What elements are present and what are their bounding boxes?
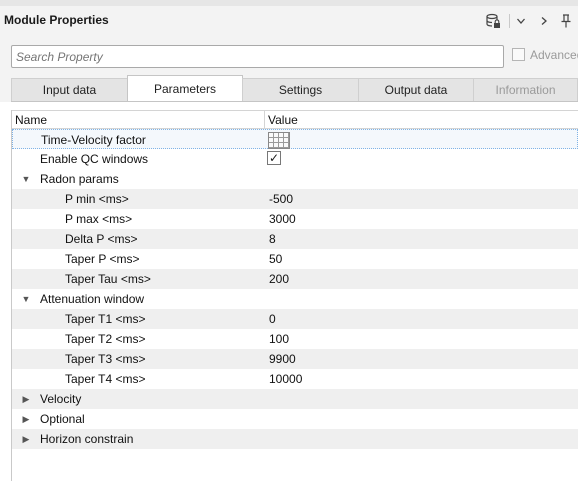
column-header-name[interactable]: Name: [15, 113, 47, 127]
column-divider[interactable]: [264, 111, 265, 129]
grid-header: Name Value: [12, 110, 578, 129]
collapsed-arrow-icon[interactable]: ▶: [21, 394, 31, 404]
property-value[interactable]: 50: [269, 252, 282, 266]
property-row-taper-p[interactable]: Taper P <ms> 50: [12, 249, 578, 269]
advanced-label: Advanced: [530, 48, 578, 62]
property-row-time-velocity-factor[interactable]: Time-Velocity factor: [12, 129, 578, 149]
database-lock-icon[interactable]: [484, 12, 502, 30]
tab-input-data[interactable]: Input data: [11, 78, 128, 101]
expanded-arrow-icon[interactable]: ▼: [21, 294, 31, 304]
group-name: Attenuation window: [40, 292, 145, 306]
property-value[interactable]: -500: [269, 192, 293, 206]
property-name: Enable QC windows: [40, 152, 149, 166]
group-row-attenuation-window[interactable]: ▼ Attenuation window: [12, 289, 578, 309]
property-value[interactable]: 10000: [269, 372, 302, 386]
property-name: P min <ms>: [65, 192, 129, 206]
advanced-checkbox[interactable]: [512, 48, 525, 61]
tab-underline: [11, 101, 578, 102]
property-name: Taper T1 <ms>: [65, 312, 146, 326]
search-property-input[interactable]: [11, 45, 504, 68]
property-row-p-min[interactable]: P min <ms> -500: [12, 189, 578, 209]
property-row-taper-t1[interactable]: Taper T1 <ms> 0: [12, 309, 578, 329]
group-name: Optional: [40, 412, 85, 426]
property-value[interactable]: 200: [269, 272, 289, 286]
column-header-value[interactable]: Value: [268, 113, 298, 127]
property-name: Taper T3 <ms>: [65, 352, 146, 366]
group-name: Horizon constrain: [40, 432, 134, 446]
property-name: Taper Tau <ms>: [65, 272, 151, 286]
expanded-arrow-icon[interactable]: ▼: [21, 174, 31, 184]
chevron-down-icon[interactable]: [512, 12, 530, 30]
group-name: Radon params: [40, 172, 119, 186]
property-row-p-max[interactable]: P max <ms> 3000: [12, 209, 578, 229]
property-value[interactable]: 9900: [269, 352, 296, 366]
group-row-optional[interactable]: ▶ Optional: [12, 409, 578, 429]
group-name: Velocity: [40, 392, 82, 406]
tab-information: Information: [473, 78, 578, 101]
property-grid: Name Value Time-Velocity factor Enable Q…: [11, 110, 578, 481]
property-value[interactable]: 3000: [269, 212, 296, 226]
chevron-right-icon[interactable]: [535, 12, 553, 30]
toolbar-divider: [509, 14, 510, 28]
property-row-taper-t4[interactable]: Taper T4 <ms> 10000: [12, 369, 578, 389]
group-row-horizon-constrain[interactable]: ▶ Horizon constrain: [12, 429, 578, 449]
property-name: Taper P <ms>: [65, 252, 140, 266]
property-row-taper-tau[interactable]: Taper Tau <ms> 200: [12, 269, 578, 289]
property-name: Delta P <ms>: [65, 232, 138, 246]
collapsed-arrow-icon[interactable]: ▶: [21, 434, 31, 444]
group-row-radon-params[interactable]: ▼ Radon params: [12, 169, 578, 189]
property-name: P max <ms>: [65, 212, 133, 226]
tab-parameters[interactable]: Parameters: [127, 75, 243, 102]
property-value[interactable]: 100: [269, 332, 289, 346]
property-row-taper-t2[interactable]: Taper T2 <ms> 100: [12, 329, 578, 349]
tab-output-data[interactable]: Output data: [358, 78, 474, 101]
tab-settings[interactable]: Settings: [242, 78, 359, 101]
property-name: Taper T2 <ms>: [65, 332, 146, 346]
property-name: Taper T4 <ms>: [65, 372, 146, 386]
panel-header: Module Properties: [0, 0, 578, 40]
property-row-taper-t3[interactable]: Taper T3 <ms> 9900: [12, 349, 578, 369]
property-row-enable-qc-windows[interactable]: Enable QC windows ✓: [12, 149, 578, 169]
pin-icon[interactable]: [557, 12, 575, 30]
enable-qc-checkbox[interactable]: ✓: [267, 151, 281, 165]
property-value[interactable]: 0: [269, 312, 276, 326]
panel-title: Module Properties: [4, 13, 109, 27]
group-row-velocity[interactable]: ▶ Velocity: [12, 389, 578, 409]
property-name: Time-Velocity factor: [41, 133, 146, 147]
collapsed-arrow-icon[interactable]: ▶: [21, 414, 31, 424]
property-row-delta-p[interactable]: Delta P <ms> 8: [12, 229, 578, 249]
table-editor-icon[interactable]: [268, 132, 290, 149]
property-value[interactable]: 8: [269, 232, 276, 246]
